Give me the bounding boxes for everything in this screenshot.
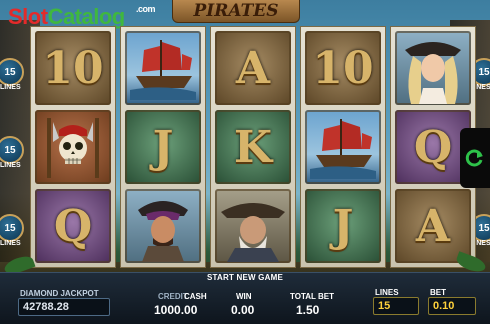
game-title: PIRATES — [172, 0, 300, 23]
logo-com: .com — [136, 4, 156, 14]
reel-2: J — [120, 26, 206, 268]
jackpot-value: 42788.28 — [18, 298, 110, 316]
credit-value: 1000.00 — [154, 303, 198, 317]
lines-label: LINES — [375, 288, 399, 297]
refresh-arrow-icon — [465, 149, 483, 167]
reel-4: 10 J — [300, 26, 386, 268]
symbol-jack: J — [125, 110, 201, 184]
bet-selector[interactable]: 0.10 — [428, 297, 476, 315]
pirate-man-icon — [138, 201, 188, 262]
reel-1: 10 Q — [30, 26, 116, 268]
bet-label: BET — [430, 288, 446, 297]
symbol-pirate-woman — [395, 31, 471, 105]
line-badge-caption-left-1: LINES — [0, 84, 21, 91]
symbol-ship — [305, 110, 381, 184]
symbol-king: K — [215, 110, 291, 184]
jackpot-label: DIAMOND JACKPOT — [20, 289, 99, 298]
cash-label[interactable]: CASH — [184, 292, 207, 301]
symbol-pirate-skull — [35, 110, 111, 184]
symbol-captain — [215, 189, 291, 263]
ship-icon — [310, 119, 376, 179]
reel-3: A K — [210, 26, 296, 268]
symbol-pirate-man — [125, 189, 201, 263]
symbol-ten: 10 — [35, 31, 111, 105]
win-label: WIN — [236, 292, 252, 301]
line-badge-caption-left-2: LINES — [0, 162, 21, 169]
status-message: START NEW GAME — [207, 273, 283, 282]
lines-selector[interactable]: 15 — [373, 297, 419, 315]
line-badge-caption-left-3: LINES — [0, 240, 21, 247]
pirate-woman-icon — [405, 42, 461, 104]
spin-button[interactable] — [460, 128, 490, 188]
captain-icon — [221, 203, 285, 262]
symbol-ace: A — [215, 31, 291, 105]
symbol-ten: 10 — [305, 31, 381, 105]
symbol-queen: Q — [35, 189, 111, 263]
ship-icon — [130, 40, 196, 100]
total-bet-label: TOTAL BET — [290, 292, 334, 301]
win-value: 0.00 — [231, 303, 255, 317]
skull-icon — [47, 118, 99, 178]
reel-grid: 10 Q J A K 10 J Q A — [26, 26, 476, 268]
symbol-jack: J — [305, 189, 381, 263]
symbol-ship — [125, 31, 201, 105]
total-bet-value: 1.50 — [296, 303, 320, 317]
